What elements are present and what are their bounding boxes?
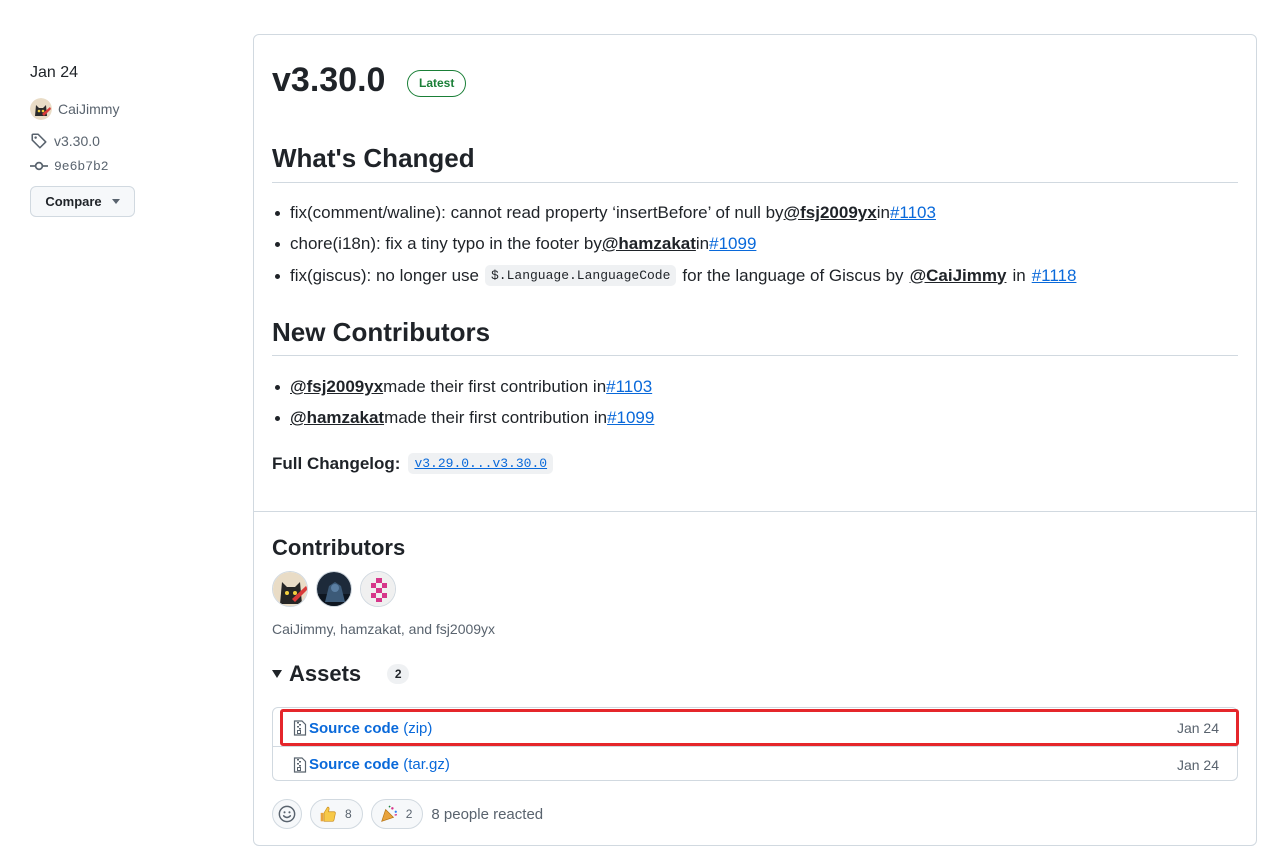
reactions-bar: 8 2 8 people reacted (272, 799, 543, 829)
pull-request-link[interactable]: #1099 (607, 408, 654, 428)
item-text: for the language of Giscus by (682, 265, 904, 285)
smiley-icon (278, 805, 296, 823)
tag-link[interactable]: v3.30.0 (30, 132, 100, 150)
asset-name: Source code (309, 719, 400, 737)
reactions-summary: 8 people reacted (431, 805, 544, 823)
item-text: fix(comment/waline): cannot read propert… (290, 203, 784, 222)
list-item: chore(i18n): fix a tiny typo in the foot… (274, 234, 756, 254)
thumbs-up-icon (320, 806, 336, 822)
add-reaction-button[interactable] (272, 799, 302, 829)
pull-request-link[interactable]: #1103 (890, 203, 936, 223)
author-name: CaiJimmy (58, 101, 120, 117)
list-item: @hamzakat made their first contribution … (274, 408, 654, 428)
file-zip-icon (293, 720, 307, 736)
asset-row: Source code (tar.gz) Jan 24 (273, 746, 1237, 782)
changelog-compare-link[interactable]: v3.29.0...v3.30.0 (408, 453, 554, 474)
commit-link[interactable]: 9e6b7b2 (30, 157, 109, 175)
commit-icon (30, 161, 48, 171)
release-date: Jan 24 (30, 64, 79, 81)
compare-button[interactable]: Compare (30, 186, 135, 217)
author-avatar (30, 98, 52, 120)
new-contributors-heading: New Contributors (272, 317, 491, 347)
list-item: @fsj2009yx made their first contribution… (274, 377, 652, 397)
release-card: v3.30.0 Latest What's Changed fix(commen… (253, 34, 1257, 846)
list-item: fix(giscus): no longer use $.Language.La… (274, 265, 1077, 286)
assets-count-badge: 2 (387, 664, 410, 684)
author-link[interactable]: CaiJimmy (30, 98, 119, 120)
assets-heading: Assets (289, 661, 362, 686)
asset-link-zip[interactable]: Source code (zip) (309, 720, 432, 737)
inline-code: $.Language.LanguageCode (484, 265, 677, 286)
author-mention-link[interactable]: @CaiJimmy (910, 266, 1007, 286)
asset-link-targz[interactable]: Source code (tar.gz) (309, 756, 450, 773)
author-mention-link[interactable]: @fsj2009yx (290, 377, 383, 397)
asset-row: Source code (zip) Jan 24 (273, 710, 1237, 746)
party-count: 2 (405, 807, 413, 821)
item-text: chore(i18n): fix a tiny typo in the foot… (290, 234, 602, 253)
party-popper-icon (380, 805, 397, 822)
asset-date: Jan 24 (1176, 756, 1219, 773)
item-text: fix(giscus): no longer use (290, 265, 479, 285)
contributors-names: CaiJimmy, hamzakat, and fsj2009yx (272, 621, 496, 637)
item-sep: in (876, 203, 890, 222)
file-zip-icon (293, 756, 307, 773)
avatar-fsj2009yx[interactable] (360, 571, 396, 607)
author-mention-link[interactable]: @fsj2009yx (784, 203, 877, 223)
list-item: fix(comment/waline): cannot read propert… (275, 203, 936, 223)
tag-name: v3.30.0 (54, 133, 100, 149)
section-divider (254, 511, 1256, 512)
pull-request-link[interactable]: #1103 (606, 377, 652, 397)
release-title[interactable]: v3.30.0 (272, 61, 385, 100)
asset-date: Jan 24 (1176, 720, 1219, 736)
whats-changed-heading: What's Changed (272, 143, 475, 173)
pull-request-link[interactable]: #1118 (1032, 266, 1077, 286)
asset-name: Source code (309, 756, 400, 773)
latest-badge: Latest (407, 70, 467, 97)
item-text: made their first contribution in (384, 408, 608, 427)
item-sep: in (695, 234, 710, 253)
contributors-heading: Contributors (272, 535, 406, 560)
tag-icon (31, 133, 47, 149)
author-mention-link[interactable]: @hamzakat (602, 234, 696, 254)
party-reaction[interactable]: 2 (370, 799, 424, 829)
pull-request-link[interactable]: #1099 (709, 234, 756, 254)
asset-ext: (zip) (403, 719, 433, 737)
assets-toggle[interactable]: Assets 2 (272, 661, 410, 687)
triangle-down-icon (272, 670, 282, 678)
item-text: made their first contribution in (383, 377, 607, 396)
asset-ext: (tar.gz) (403, 756, 450, 773)
compare-label: Compare (45, 194, 102, 209)
author-mention-link[interactable]: @hamzakat (290, 408, 384, 428)
chevron-down-icon (111, 199, 120, 204)
assets-list: Source code (zip) Jan 24 Source code (ta… (272, 707, 1238, 781)
commit-hash: 9e6b7b2 (54, 158, 109, 174)
heading-divider (272, 182, 1238, 183)
changelog-label: Full Changelog: (272, 453, 401, 473)
thumbs-up-reaction[interactable]: 8 (310, 799, 363, 829)
contributor-avatars (272, 571, 396, 607)
item-sep: in (1012, 265, 1026, 285)
avatar-hamzakat[interactable] (316, 571, 352, 607)
avatar-caijimmy[interactable] (272, 571, 308, 607)
full-changelog: Full Changelog: v3.29.0...v3.30.0 (272, 453, 559, 474)
thumbs-up-count: 8 (345, 807, 352, 821)
heading-divider (272, 355, 1238, 356)
